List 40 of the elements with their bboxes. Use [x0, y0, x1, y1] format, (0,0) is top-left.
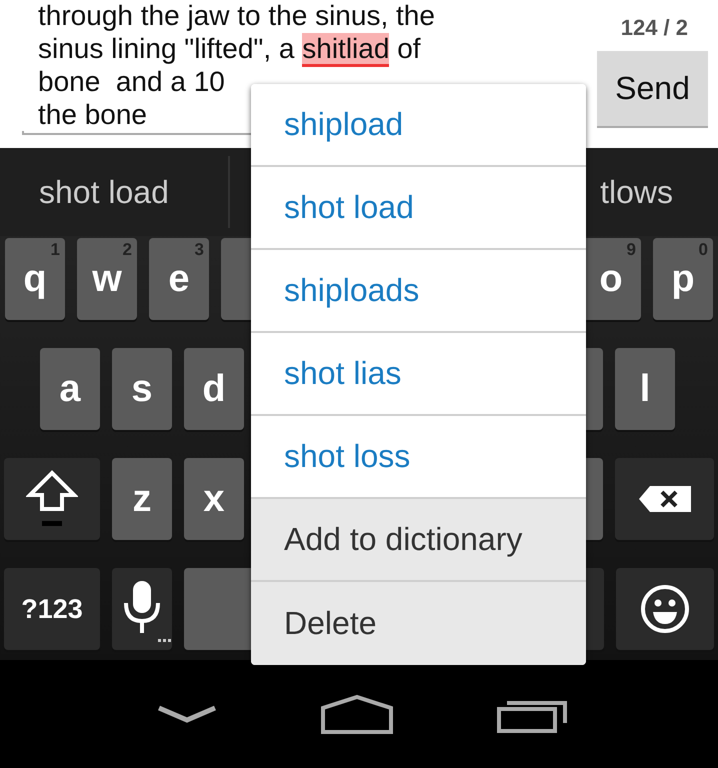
suggestion-item[interactable]: shot load	[39, 174, 169, 210]
suggestion-option[interactable]: shipload	[251, 84, 586, 167]
send-button[interactable]: Send	[597, 51, 708, 128]
message-line: sinus lining "lifted", a shitliad of	[38, 32, 421, 65]
letter-key[interactable]: e 3	[149, 238, 209, 320]
suggestion-option[interactable]: shiploads	[251, 250, 586, 333]
letter-key[interactable]: s	[112, 348, 172, 430]
back-icon[interactable]	[156, 704, 216, 724]
microphone-key[interactable]	[112, 568, 172, 650]
number-hint: 9	[626, 240, 636, 260]
backspace-key[interactable]	[615, 458, 714, 540]
menu-item[interactable]: Add to dictionary	[251, 499, 586, 582]
number-hint: 1	[50, 240, 60, 260]
backspace-icon	[638, 485, 692, 513]
home-icon[interactable]	[320, 694, 394, 734]
letter-key[interactable]: a	[40, 348, 100, 430]
suggestion-item[interactable]: tlows	[600, 174, 673, 210]
emoji-key[interactable]	[616, 568, 714, 650]
letter-key[interactable]: d	[184, 348, 244, 430]
letter-key[interactable]: p 0	[653, 238, 713, 320]
number-hint: 2	[122, 240, 132, 260]
symbols-key[interactable]: ?123	[4, 568, 100, 650]
letter-key[interactable]: l	[615, 348, 675, 430]
character-counter: 124 / 2	[620, 15, 688, 41]
message-line: the bone	[38, 98, 147, 131]
letter-key[interactable]: x	[184, 458, 244, 540]
suggestion-option[interactable]: shot lias	[251, 333, 586, 416]
shift-key[interactable]	[4, 458, 100, 540]
letter-key[interactable]: q 1	[5, 238, 65, 320]
number-hint: 3	[194, 240, 204, 260]
shift-icon	[26, 469, 78, 529]
letter-key[interactable]: w 2	[77, 238, 137, 320]
menu-item[interactable]: Delete	[251, 582, 586, 665]
message-line: through the jaw to the sinus, the	[38, 0, 435, 32]
letter-key[interactable]: z	[112, 458, 172, 540]
suggestion-option[interactable]: shot load	[251, 167, 586, 250]
number-hint: 0	[698, 240, 708, 260]
message-line: bone and a 10	[38, 65, 225, 98]
suggestion-option[interactable]: shot loss	[251, 416, 586, 499]
emoji-icon	[640, 584, 690, 634]
